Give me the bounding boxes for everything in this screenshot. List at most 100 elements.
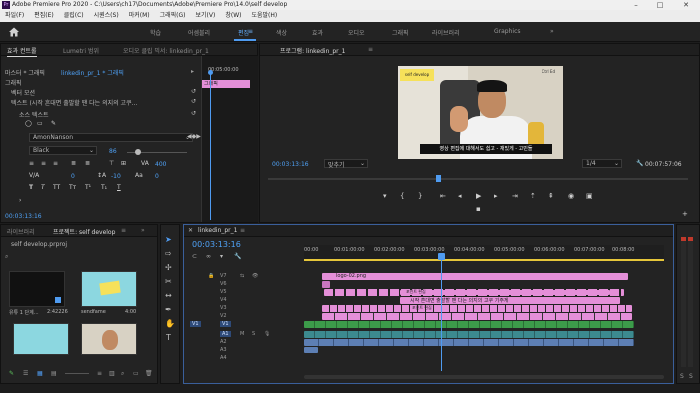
solo-left-icon[interactable]: S (680, 373, 684, 380)
project-item-thumb[interactable] (81, 271, 137, 307)
solo-icon[interactable]: S (252, 331, 255, 337)
selection-tool-icon[interactable]: ➤ (165, 235, 172, 244)
track-label-v4[interactable]: V4 (220, 297, 227, 303)
align-right-icon[interactable]: ≡ (53, 160, 58, 167)
search-icon[interactable]: ⌕ (5, 253, 8, 261)
add-button-icon[interactable]: + (682, 210, 688, 218)
extract-icon[interactable]: ⇞ (548, 192, 554, 200)
workspace-libraries[interactable]: 라이브러리 (432, 28, 460, 37)
panel-menu-icon[interactable]: ≡ (240, 227, 245, 234)
mask-ellipse-icon[interactable]: ◯ (25, 120, 32, 127)
track-label-v7[interactable]: V7 (220, 273, 227, 279)
program-timecode[interactable]: 00:03:13:16 (272, 161, 309, 168)
add-marker-icon[interactable]: ▾ (220, 253, 223, 260)
minimize-icon[interactable]: – (626, 0, 646, 10)
menu-edit[interactable]: 편집(E) (29, 10, 59, 22)
icon-view-icon[interactable]: ▦ (37, 370, 43, 377)
tab-program-monitor[interactable]: 프로그램: linkedin_pr_1 (280, 46, 345, 55)
reset-icon[interactable]: ↺ (191, 110, 196, 117)
small-caps-icon[interactable]: Tт (69, 184, 76, 191)
mark-in-icon[interactable]: { (400, 192, 404, 200)
maximize-icon[interactable]: □ (650, 0, 670, 10)
pen-tool-icon[interactable]: ✒ (165, 305, 172, 314)
ripple-edit-icon[interactable]: ✢ (165, 263, 172, 272)
type-tool-icon[interactable]: T (166, 333, 171, 342)
tab-libraries[interactable]: 라이브러리 (7, 227, 35, 236)
menu-marker[interactable]: 마커(M) (124, 10, 155, 22)
track-label-v3[interactable]: V3 (220, 305, 227, 311)
font-dropdown[interactable]: AmonNanson ⌄ (29, 133, 193, 142)
audio-clips-a1[interactable] (304, 331, 634, 338)
font-size-value[interactable]: 86 (109, 148, 117, 155)
workspace-learn[interactable]: 학습 (150, 28, 161, 37)
faux-italic-icon[interactable]: T (41, 184, 45, 191)
list-view-icon[interactable]: ☰ (23, 370, 28, 377)
voiceover-mic-icon[interactable]: 🎙 (264, 331, 270, 337)
logo-clip[interactable]: logo-02.png (322, 273, 628, 280)
panel-overflow-icon[interactable]: » (141, 227, 145, 234)
workspace-menu-icon[interactable]: ≡ (248, 28, 253, 35)
baseline-value[interactable]: 0 (155, 173, 159, 180)
panel-scroll-icon[interactable]: ▸ (191, 68, 194, 75)
close-icon[interactable]: ✕ (676, 0, 696, 10)
timeline-timecode[interactable]: 00:03:13:16 (192, 240, 241, 249)
tab-project[interactable]: 프로젝트: self develop (53, 227, 117, 236)
workspace-assembly[interactable]: 어셈블리 (188, 28, 210, 37)
sort-icon[interactable]: ≡ (97, 370, 102, 377)
all-caps-icon[interactable]: TT (53, 184, 60, 191)
track-label-a4[interactable]: A4 (220, 355, 227, 361)
track-label-a1[interactable]: A1 (220, 331, 231, 337)
text-top-align-icon[interactable]: ⊤ (109, 160, 114, 167)
source-text-item[interactable]: 소스 텍스트 (19, 110, 49, 119)
clip-indicator-right[interactable] (688, 237, 693, 241)
hand-tool-icon[interactable]: ✋ (165, 319, 175, 328)
sync-lock-icon[interactable]: ⇆ (240, 273, 244, 279)
align-left-icon[interactable]: ≡ (29, 160, 34, 167)
go-to-out-icon[interactable]: ⇥ (512, 192, 518, 200)
menu-clip[interactable]: 클립(C) (59, 10, 89, 22)
workspace-overflow-icon[interactable]: » (550, 28, 554, 35)
justify-icon[interactable]: ≣ (71, 160, 76, 167)
panel-menu-icon[interactable]: ≡ (368, 46, 373, 53)
timeline-playhead[interactable] (441, 253, 442, 371)
text-clip-a[interactable]: 포인트 편집 (400, 289, 610, 295)
tab-audio-clip-mixer[interactable]: 오디오 클립 믹서: linkedin_pr_1 (123, 46, 243, 55)
work-area-bar[interactable] (304, 259, 664, 261)
workspace-color[interactable]: 색상 (276, 28, 287, 37)
font-style-dropdown[interactable]: Black ⌄ (29, 146, 97, 155)
track-label-v2[interactable]: V2 (220, 313, 227, 319)
track-label-v6[interactable]: V6 (220, 281, 227, 287)
solo-right-icon[interactable]: S (689, 373, 693, 380)
go-to-in-icon[interactable]: ⇤ (440, 192, 446, 200)
font-size-slider-handle[interactable] (135, 149, 141, 155)
menu-graphics[interactable]: 그래픽(G) (155, 10, 191, 22)
superscript-icon[interactable]: T¹ (85, 184, 91, 191)
program-video-frame[interactable]: self develop Ctrl Ed 영상 편집에 대해서도 쉽고 - 재밌… (398, 66, 563, 159)
workspace-graphics[interactable]: 그래픽 (392, 28, 409, 37)
track-label-a3[interactable]: A3 (220, 347, 227, 353)
text-layer-item[interactable]: 텍스트 (시작 흔대면 출발할 땐 다는 의지의 고쿠... (11, 98, 171, 107)
graphics-clips-v3[interactable]: 포인트 편집 (322, 305, 632, 312)
slip-tool-icon[interactable]: ↔ (165, 291, 172, 300)
freeform-view-icon[interactable]: ▤ (51, 370, 57, 377)
mini-playhead[interactable] (210, 70, 211, 220)
clip-row-label[interactable]: linkedin_pr_1 * 그래픽 (61, 68, 124, 77)
mask-rect-icon[interactable]: ▭ (37, 120, 43, 127)
mask-pen-icon[interactable]: ✎ (51, 120, 56, 127)
snap-icon[interactable]: ⊂ (192, 253, 197, 260)
panel-menu-icon[interactable]: ≡ (121, 227, 126, 234)
source-patch-v1[interactable]: V1 (190, 321, 201, 327)
linked-selection-icon[interactable]: ∞ (206, 253, 211, 260)
comparison-view-icon[interactable]: ▣ (586, 192, 593, 200)
project-item-thumb[interactable] (81, 323, 137, 355)
pencil-icon[interactable]: ✎ (9, 370, 14, 377)
align-center-icon[interactable]: ≡ (41, 160, 46, 167)
graphic-clip[interactable] (322, 281, 330, 288)
graphics-clips-v2[interactable] (322, 313, 632, 320)
button-editor-icon[interactable]: ▪ (476, 205, 481, 213)
text-middle-align-icon[interactable]: ⊞ (121, 160, 126, 167)
faux-bold-icon[interactable]: T (29, 184, 33, 191)
menu-file[interactable]: 파일(F) (0, 10, 29, 22)
eye-icon[interactable]: 👁 (252, 273, 258, 279)
timeline-settings-icon[interactable]: 🔧 (234, 253, 241, 260)
